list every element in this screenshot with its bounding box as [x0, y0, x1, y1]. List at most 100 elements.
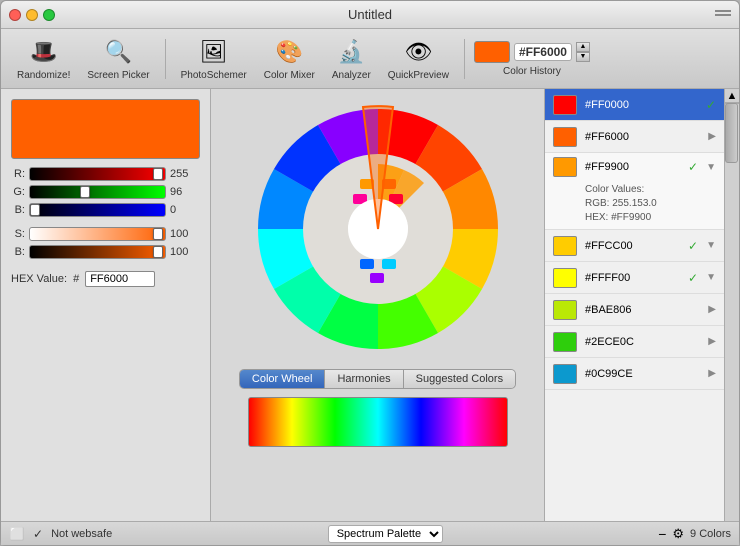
red-value: 255 [170, 168, 200, 180]
analyzer-tool[interactable]: 🔬 Analyzer [326, 34, 377, 83]
tab-color-wheel[interactable]: Color Wheel [240, 370, 326, 388]
color-history-label: Color History [503, 66, 561, 77]
brightness-value: 100 [170, 246, 200, 258]
stepper-up[interactable]: ▲ [576, 42, 590, 52]
color-list-item[interactable]: #0C99CE ▶ [545, 358, 724, 390]
tab-bar: Color Wheel Harmonies Suggested Colors [239, 369, 516, 389]
quick-preview-label: QuickPreview [388, 70, 449, 81]
color-tooltip: Color Values: RGB: 255.153.0 HEX: #FF990… [545, 181, 724, 229]
color-name: #BAE806 [585, 304, 700, 316]
color-arrow: ▶ [708, 368, 716, 379]
tab-harmonies[interactable]: Harmonies [325, 370, 403, 388]
brightness-label: B: [11, 246, 25, 258]
color-arrow: ▶ [708, 131, 716, 142]
blue-label: B: [11, 204, 25, 216]
window-controls [9, 9, 55, 21]
color-arrow: ▶ [708, 336, 716, 347]
photo-schemer-icon: 🖼 [198, 36, 230, 68]
color-name: #FF0000 [585, 99, 698, 111]
color-swatch [553, 332, 577, 352]
color-check: ✓ [688, 160, 698, 174]
green-slider-row: G: 96 [11, 185, 200, 199]
spectrum-palette[interactable] [248, 397, 508, 447]
titlebar: Untitled [1, 1, 739, 29]
randomize-tool[interactable]: 🎩 Randomize! [11, 34, 76, 83]
color-name: #FF9900 [585, 161, 680, 173]
color-list-item-row: #FF9900 ✓ ▼ [545, 153, 724, 181]
hex-row: HEX Value: # [11, 271, 200, 287]
tooltip-rgb: RGB: 255.153.0 [585, 197, 716, 211]
spectrum-select[interactable]: Spectrum Palette [328, 525, 443, 543]
color-list-item[interactable]: #BAE806 ▶ [545, 294, 724, 326]
red-thumb[interactable] [153, 168, 163, 180]
photo-schemer-label: PhotoSchemer [181, 70, 247, 81]
right-panel: #FF0000 ✓ #FF6000 ▶ #FF9900 [544, 89, 739, 521]
saturation-slider-row: S: 100 [11, 227, 200, 241]
color-swatch [553, 268, 577, 288]
minimize-button[interactable] [26, 9, 38, 21]
hex-input[interactable] [85, 271, 155, 287]
scrollbar[interactable]: ▲ ▼ [724, 89, 739, 521]
color-list-item[interactable]: #FF6000 ▶ [545, 121, 724, 153]
stepper-down[interactable]: ▼ [576, 52, 590, 62]
brightness-slider[interactable] [29, 245, 166, 259]
randomize-label: Randomize! [17, 70, 70, 81]
color-list-item-expanded[interactable]: #FF9900 ✓ ▼ Color Values: RGB: 255.153.0… [545, 153, 724, 230]
minus-button[interactable]: − [658, 526, 666, 542]
color-swatch [553, 300, 577, 320]
resize-control[interactable] [715, 8, 731, 21]
quick-preview-tool[interactable]: 👁 QuickPreview [382, 34, 455, 83]
screen-picker-tool[interactable]: 🔍 Screen Picker [81, 34, 155, 83]
center-panel: Color Wheel Harmonies Suggested Colors [211, 89, 544, 521]
bottom-center: Spectrum Palette [120, 525, 650, 543]
color-mixer-tool[interactable]: 🎨 Color Mixer [258, 34, 321, 83]
window-title: Untitled [348, 7, 392, 22]
scroll-up-button[interactable]: ▲ [725, 89, 739, 103]
green-thumb[interactable] [80, 186, 90, 198]
color-swatch [553, 95, 577, 115]
green-slider[interactable] [29, 185, 166, 199]
color-list-item[interactable]: #FF0000 ✓ [545, 89, 724, 121]
color-name: #0C99CE [585, 368, 700, 380]
brightness-slider-row: B: 100 [11, 245, 200, 259]
red-label: R: [11, 168, 25, 180]
bottom-bar: ⬜ ✓ Not websafe Spectrum Palette − ⚙ 9 C… [1, 521, 739, 545]
screen-picker-icon: 🔍 [102, 36, 134, 68]
blue-slider-row: B: 0 [11, 203, 200, 217]
color-swatch [553, 236, 577, 256]
color-swatch [553, 364, 577, 384]
color-stepper[interactable]: ▲ ▼ [576, 42, 590, 62]
color-wheel[interactable] [248, 99, 508, 359]
tab-suggested-colors[interactable]: Suggested Colors [404, 370, 515, 388]
close-button[interactable] [9, 9, 21, 21]
saturation-slider[interactable] [29, 227, 166, 241]
toolbar: 🎩 Randomize! 🔍 Screen Picker 🖼 PhotoSche… [1, 29, 739, 89]
blue-slider[interactable] [29, 203, 166, 217]
blue-thumb[interactable] [30, 204, 40, 216]
color-list: #FF0000 ✓ #FF6000 ▶ #FF9900 [545, 89, 724, 521]
hex-hash: # [73, 273, 79, 285]
color-list-item[interactable]: #FFFF00 ✓ ▼ [545, 262, 724, 294]
settings-icon[interactable]: ⚙ [672, 526, 684, 542]
saturation-thumb[interactable] [153, 228, 163, 240]
color-mixer-label: Color Mixer [264, 70, 315, 81]
green-label: G: [11, 186, 25, 198]
color-preview-swatch [11, 99, 200, 159]
scrollbar-thumb[interactable] [725, 103, 738, 163]
color-hex-display: #FF6000 [514, 43, 572, 61]
blue-value: 0 [170, 204, 200, 216]
maximize-button[interactable] [43, 9, 55, 21]
color-list-item[interactable]: #FFCC00 ✓ ▼ [545, 230, 724, 262]
hex-label: HEX Value: [11, 273, 67, 285]
color-name: #FFFF00 [585, 272, 680, 284]
photo-schemer-tool[interactable]: 🖼 PhotoSchemer [175, 34, 253, 83]
color-count: 9 Colors [690, 528, 731, 540]
left-panel: R: 255 G: 96 B: [1, 89, 211, 521]
color-swatch [553, 157, 577, 177]
color-list-item[interactable]: #2ECE0C ▶ [545, 326, 724, 358]
brightness-thumb[interactable] [153, 246, 163, 258]
color-check: ✓ [688, 239, 698, 253]
color-arrow: ▶ [708, 304, 716, 315]
color-check: ✓ [706, 98, 716, 112]
red-slider[interactable] [29, 167, 166, 181]
